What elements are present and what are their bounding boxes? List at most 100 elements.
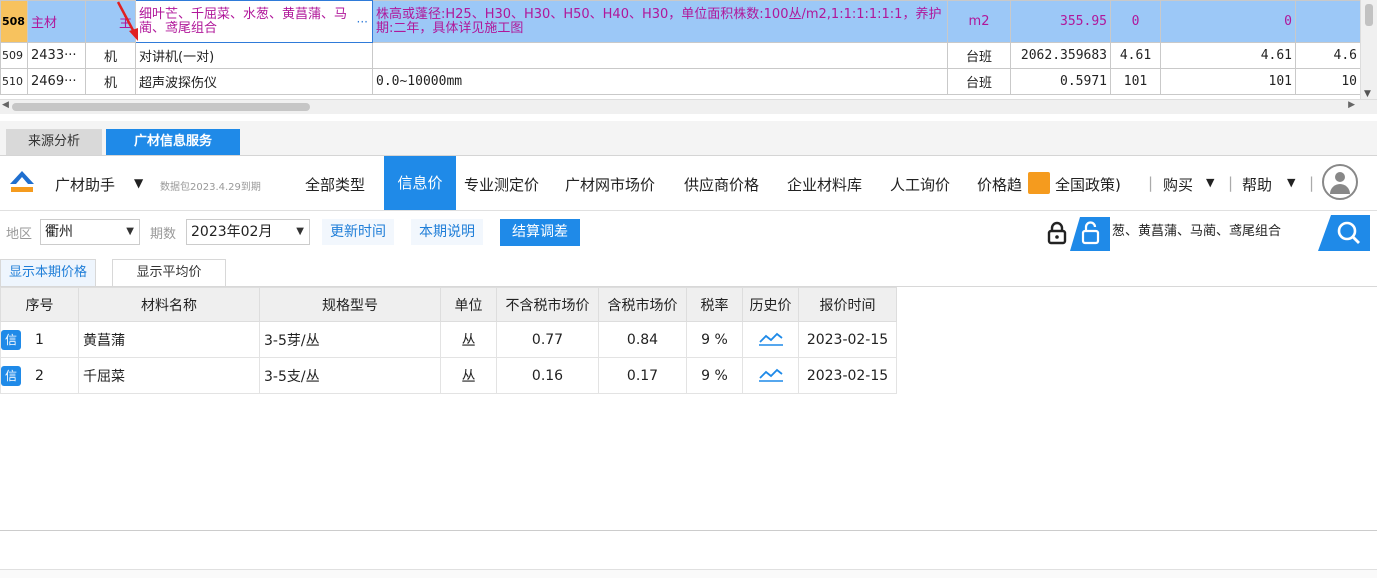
type-cell[interactable]: 机 <box>85 68 136 95</box>
col-header[interactable]: 税率 <box>686 287 743 322</box>
table-row[interactable]: 509 2433··· 机 对讲机(一对) 台班 2062.359683 4.6… <box>0 42 1361 69</box>
col-header[interactable]: 规格型号 <box>259 287 441 322</box>
scroll-right-icon[interactable]: ▶ <box>1348 100 1355 110</box>
unit-cell[interactable]: 台班 <box>947 42 1011 69</box>
material-name[interactable]: 黄菖蒲 <box>78 321 260 358</box>
table-row[interactable]: 信2 千屈菜 3-5支/丛 丛 0.16 0.17 9 % 2023-02-15 <box>0 357 897 394</box>
spec-cell[interactable]: 株高或蓬径:H25、H30、H30、H50、H40、H30，单位面积株数:100… <box>372 0 948 43</box>
col-header[interactable]: 材料名称 <box>78 287 260 322</box>
nav-price-trend[interactable]: 价格趋 <box>977 174 1025 195</box>
brand-menu[interactable]: 广材助手 <box>55 174 115 195</box>
qty-cell[interactable]: 0 <box>1110 0 1161 43</box>
price-in-tax[interactable]: 0.17 <box>598 357 687 394</box>
qty-cell[interactable]: 101 <box>1160 68 1296 95</box>
code-cell[interactable]: 2469··· <box>27 68 86 95</box>
lock-icon[interactable] <box>1046 221 1068 245</box>
code-cell[interactable]: 2433··· <box>27 42 86 69</box>
unit-cell[interactable]: 台班 <box>947 68 1011 95</box>
unlock-icon[interactable] <box>1070 217 1110 251</box>
price-ex-tax[interactable]: 0.16 <box>496 357 599 394</box>
nav-professional-price[interactable]: 专业测定价 <box>464 174 539 195</box>
nav-market-price[interactable]: 广材网市场价 <box>565 174 655 195</box>
spec-cell[interactable]: 0.0~10000mm <box>372 68 948 95</box>
qty-cell[interactable]: 4.61 <box>1160 42 1296 69</box>
qty-cell[interactable] <box>1295 0 1361 43</box>
col-header[interactable]: 不含税市场价 <box>496 287 599 322</box>
price-cell[interactable]: 355.95 <box>1010 0 1111 43</box>
unit-cell[interactable]: m2 <box>947 0 1011 43</box>
nav-help[interactable]: 帮助 <box>1242 174 1272 195</box>
quote-date[interactable]: 2023-02-15 <box>798 321 897 358</box>
chevron-down-icon[interactable]: ▼ <box>1206 176 1214 189</box>
tab-average-price[interactable]: 显示平均价 <box>112 259 226 286</box>
name-cell[interactable]: 超声波探伤仪 <box>135 68 373 95</box>
tax-rate[interactable]: 9 % <box>686 321 743 358</box>
table-row[interactable]: 510 2469··· 机 超声波探伤仪 0.0~10000mm 台班 0.59… <box>0 68 1361 95</box>
type-cell[interactable]: 机 <box>85 42 136 69</box>
qty-cell[interactable]: 4.6 <box>1295 42 1361 69</box>
tax-rate[interactable]: 9 % <box>686 357 743 394</box>
tab-source-analysis[interactable]: 来源分析 <box>6 129 102 155</box>
vertical-scrollbar[interactable]: ▼ <box>1360 0 1377 103</box>
row-number[interactable]: 508 <box>0 0 28 43</box>
qty-cell[interactable]: 4.61 <box>1110 42 1161 69</box>
table-row[interactable]: 信1 黄菖蒲 3-5芽/丛 丛 0.77 0.84 9 % 2023-02-15 <box>0 321 897 358</box>
search-button[interactable] <box>1318 215 1370 251</box>
nav-buy[interactable]: 购买 <box>1163 174 1193 195</box>
settle-adjust-button[interactable]: 结算调差 <box>500 219 580 246</box>
chevron-down-icon[interactable]: ▼ <box>134 176 143 190</box>
filter-bar: 地区 衢州 ▼ 期数 2023年02月 ▼ 更新时间 本期说明 结算调差 葱、黄… <box>0 211 1377 255</box>
col-header[interactable]: 报价时间 <box>798 287 897 322</box>
name-cell[interactable]: 对讲机(一对) <box>135 42 373 69</box>
qty-cell[interactable]: 101 <box>1110 68 1161 95</box>
material-name[interactable]: 千屈菜 <box>78 357 260 394</box>
tab-current-price[interactable]: 显示本期价格 <box>0 259 97 286</box>
price-cell[interactable]: 2062.359683 <box>1010 42 1111 69</box>
spec[interactable]: 3-5芽/丛 <box>259 321 441 358</box>
table-row-selected[interactable]: 508 主材 主 细叶芒、千屈菜、水葱、黄菖蒲、马蔺、鸢尾组合 ··· 株高或蓬… <box>0 0 1361 43</box>
nav-all-types[interactable]: 全部类型 <box>305 174 365 195</box>
nav-enterprise-library[interactable]: 企业材料库 <box>787 174 862 195</box>
price-cell[interactable]: 0.5971 <box>1010 68 1111 95</box>
code-cell[interactable]: 主材 <box>27 0 86 43</box>
scroll-thumb[interactable] <box>12 103 310 111</box>
scroll-down-icon[interactable]: ▼ <box>1364 89 1371 99</box>
row-number[interactable]: 509 <box>0 42 28 69</box>
scroll-left-icon[interactable]: ◀ <box>2 100 9 110</box>
unit[interactable]: 丛 <box>440 357 497 394</box>
ellipsis-button[interactable]: ··· <box>357 15 368 29</box>
scroll-thumb[interactable] <box>1365 4 1373 26</box>
col-header[interactable]: 序号 <box>0 287 79 322</box>
update-time-button[interactable]: 更新时间 <box>322 219 394 245</box>
price-ex-tax[interactable]: 0.77 <box>496 321 599 358</box>
period-select[interactable]: 2023年02月 ▼ <box>186 219 310 245</box>
horizontal-scrollbar[interactable]: ◀ ▶ <box>0 99 1377 114</box>
col-header[interactable]: 历史价 <box>742 287 799 322</box>
name-cell-text[interactable]: 细叶芒、千屈菜、水葱、黄菖蒲、马蔺、鸢尾组合 <box>139 7 347 36</box>
user-avatar-icon[interactable] <box>1322 164 1358 200</box>
col-header[interactable]: 含税市场价 <box>598 287 687 322</box>
history-chart-icon[interactable] <box>758 330 784 346</box>
price-in-tax[interactable]: 0.84 <box>598 321 687 358</box>
quote-date[interactable]: 2023-02-15 <box>798 357 897 394</box>
history-cell[interactable] <box>742 321 799 358</box>
period-note-button[interactable]: 本期说明 <box>411 219 483 245</box>
qty-cell[interactable]: 0 <box>1160 0 1296 43</box>
nav-supplier-price[interactable]: 供应商价格 <box>684 174 759 195</box>
chevron-down-icon[interactable]: ▼ <box>1287 176 1295 189</box>
history-chart-icon[interactable] <box>758 366 784 382</box>
search-input[interactable]: 葱、黄菖蒲、马蔺、鸢尾组合 <box>1112 219 1322 245</box>
history-cell[interactable] <box>742 357 799 394</box>
tab-guangcai-service[interactable]: 广材信息服务 <box>106 129 240 155</box>
spec[interactable]: 3-5支/丛 <box>259 357 441 394</box>
spec-cell[interactable] <box>372 42 948 69</box>
nav-national-policy[interactable]: 全国政策) <box>1055 174 1135 195</box>
row-number[interactable]: 510 <box>0 68 28 95</box>
unit[interactable]: 丛 <box>440 321 497 358</box>
nav-info-price[interactable]: 信息价 <box>384 156 456 210</box>
region-select[interactable]: 衢州 ▼ <box>40 219 140 245</box>
nav-labor-inquiry[interactable]: 人工询价 <box>890 174 950 195</box>
col-header[interactable]: 单位 <box>440 287 497 322</box>
qty-cell[interactable]: 10 <box>1295 68 1361 95</box>
name-cell-editing[interactable]: 细叶芒、千屈菜、水葱、黄菖蒲、马蔺、鸢尾组合 ··· <box>135 0 373 43</box>
